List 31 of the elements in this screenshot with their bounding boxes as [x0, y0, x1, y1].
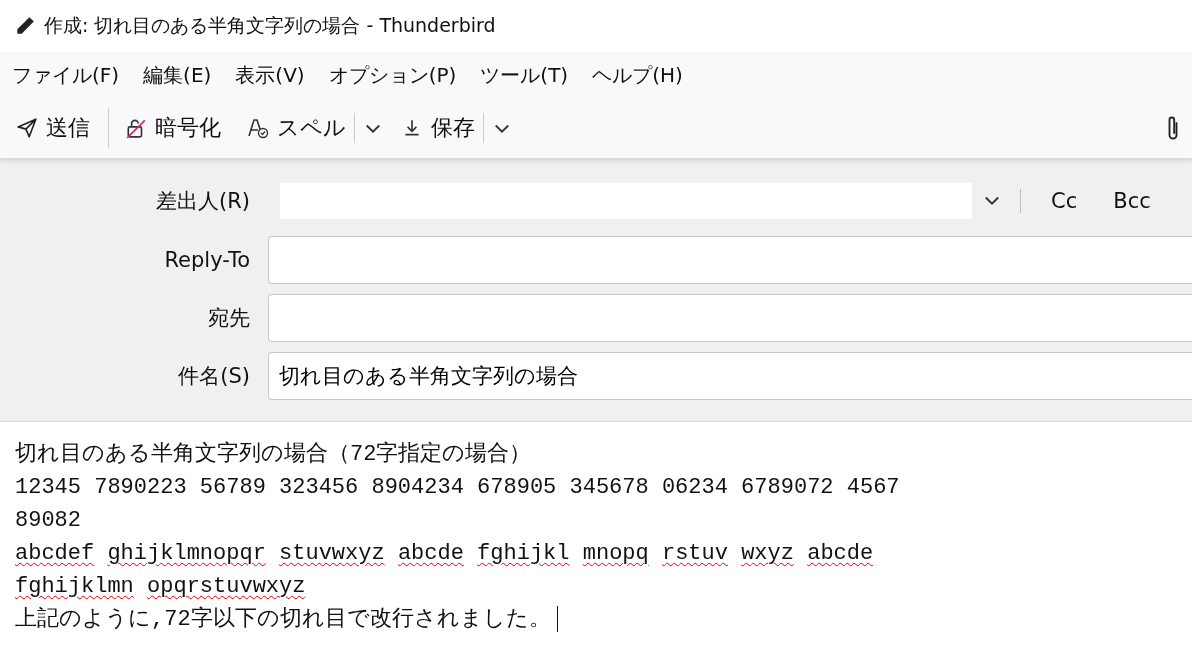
send-icon [16, 117, 38, 139]
paperclip-icon[interactable] [1166, 114, 1180, 142]
unlocked-padlock-icon [125, 117, 147, 139]
input-field[interactable]: 切れ目のある半角文字列の場合 [268, 352, 1192, 400]
field-label: 差出人(R) [155, 188, 251, 215]
body-text-line: 切れ目のある半角文字列の場合（72字指定の場合） [15, 440, 533, 469]
body-text-line: abcdef ghijklmnopqr stuvwxyz abcde fghijkl mnopq rstuv wxyz abcde [15, 540, 875, 568]
cc-button[interactable]: Cc [1039, 185, 1090, 217]
input-field[interactable] [268, 236, 1192, 284]
menu-item[interactable]: オプション(P) [328, 61, 457, 89]
menu-item[interactable]: ヘルプ(H) [592, 61, 683, 89]
input-field[interactable] [268, 294, 1192, 342]
menu-item[interactable]: 編集(E) [143, 61, 212, 89]
encrypt-button[interactable]: 暗号化 [117, 107, 229, 149]
body-text-line: fghijklmn opqrstuvwxyz [15, 573, 307, 601]
spellcheck-icon [247, 117, 269, 139]
save-button[interactable]: 保存 [393, 107, 483, 149]
field-label: Reply-To [163, 248, 251, 272]
menu-item[interactable]: 表示(V) [235, 61, 305, 89]
menu-item[interactable]: ツール(T) [480, 61, 569, 89]
body-text-line: 12345 7890223 56789 323456 8904234 678905 345678 06234 6789072 4567 [15, 474, 901, 502]
body-text-line: 89082 [15, 507, 82, 535]
window-title: 作成: 切れ目のある半角文字列の場合 - Thunderbird [44, 13, 496, 38]
field-label: 件名(S) [177, 363, 251, 390]
field-label: 宛先 [207, 305, 251, 332]
menu-item[interactable]: ファイル(F) [12, 61, 120, 89]
bcc-button[interactable]: Bcc [1101, 185, 1163, 217]
pencil-icon [14, 15, 36, 37]
send-button[interactable]: 送信 [8, 107, 98, 149]
spell-button[interactable]: スペル [239, 107, 354, 149]
body-text-line: 上記のように,72字以下の切れ目で改行されました。 [15, 603, 1192, 636]
